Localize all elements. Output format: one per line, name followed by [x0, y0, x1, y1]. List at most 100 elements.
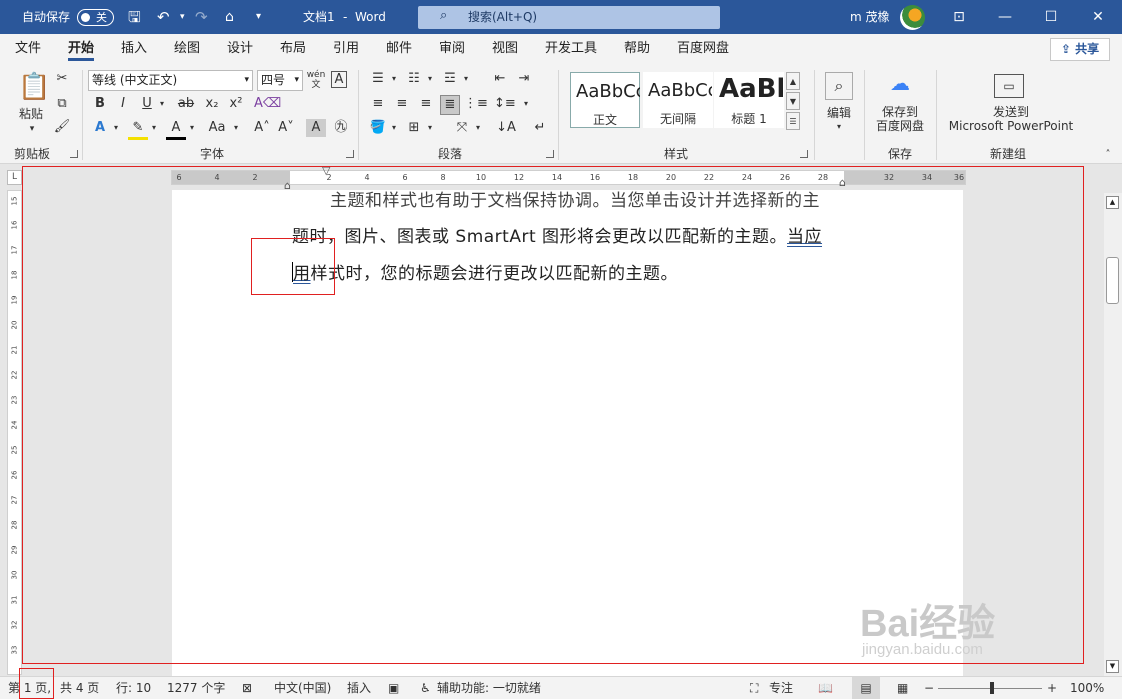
insert-mode[interactable]: 插入 — [347, 677, 371, 699]
sort-icon[interactable]: ↓A — [496, 119, 516, 137]
focus-icon[interactable]: ⛶ — [750, 677, 758, 699]
send-to-powerpoint-icon[interactable]: ▭ — [994, 74, 1024, 98]
accessibility-icon[interactable]: ♿ — [420, 677, 431, 699]
read-mode-icon[interactable]: 📖 — [818, 677, 833, 699]
save-icon[interactable]: 🖫 — [128, 0, 141, 34]
tab-developer[interactable]: 开发工具 — [545, 34, 597, 64]
shading-dropdown-icon[interactable]: ▾ — [384, 119, 404, 137]
zoom-out-icon[interactable]: − — [924, 677, 934, 699]
tab-view[interactable]: 视图 — [492, 34, 518, 64]
user-name[interactable]: m 茂橡 — [850, 0, 890, 34]
print-layout-icon[interactable]: ▤ — [852, 677, 880, 699]
tab-insert[interactable]: 插入 — [121, 34, 147, 64]
styles-launcher-icon[interactable] — [800, 150, 808, 158]
bullets-dropdown-icon[interactable]: ▾ — [384, 70, 404, 88]
borders-dropdown-icon[interactable]: ▾ — [420, 119, 440, 137]
scroll-up-icon[interactable]: ▲ — [1106, 196, 1119, 209]
minimize-icon[interactable]: — — [982, 0, 1028, 34]
phonetic-guide-icon[interactable]: wén 文 — [306, 70, 326, 90]
line-spacing-dropdown-icon[interactable]: ▾ — [516, 95, 536, 113]
font-name-dropdown[interactable]: 等线 (中文正文) ▾ — [88, 70, 253, 91]
format-painter-icon[interactable]: 🖌 — [52, 118, 72, 136]
vertical-scrollbar[interactable]: ▲ ▼ — [1104, 193, 1122, 676]
tab-file[interactable]: 文件 — [15, 34, 41, 64]
copy-icon[interactable]: ⧉ — [52, 95, 72, 113]
grow-font-icon[interactable]: A˄ — [252, 119, 272, 137]
redo-icon[interactable]: ↷ — [195, 0, 208, 34]
paragraph-launcher-icon[interactable] — [546, 150, 554, 158]
zoom-level[interactable]: 100% — [1070, 677, 1104, 699]
align-right-icon[interactable]: ≡ — [416, 95, 436, 113]
underline-dropdown-icon[interactable]: ▾ — [152, 95, 172, 113]
tab-references[interactable]: 引用 — [333, 34, 359, 64]
tab-layout[interactable]: 布局 — [280, 34, 306, 64]
close-icon[interactable]: ✕ — [1075, 0, 1121, 34]
paste-dropdown-icon[interactable]: ▾ — [22, 120, 42, 138]
highlight-dropdown-icon[interactable]: ▾ — [144, 119, 164, 137]
distributed-icon[interactable]: ⋮≡ — [464, 95, 488, 113]
send-to-powerpoint-label[interactable]: 发送到 Microsoft PowerPoint — [944, 105, 1078, 133]
style-no-spacing[interactable]: AaBbCcI 无间隔 — [643, 72, 713, 128]
undo-dropdown-icon[interactable]: ▾ — [180, 0, 185, 34]
accessibility-status[interactable]: 辅助功能: 一切就绪 — [437, 677, 541, 699]
paste-icon[interactable]: 📋 — [18, 72, 50, 102]
styles-more-icon[interactable]: ☰ — [786, 112, 800, 130]
page-indicator[interactable]: 第 1 页, — [8, 677, 51, 699]
undo-icon[interactable]: ↶ — [157, 0, 170, 34]
char-shading-icon[interactable]: A — [306, 119, 326, 137]
font-color-dropdown-icon[interactable]: ▾ — [182, 119, 202, 137]
subscript-icon[interactable]: x₂ — [202, 95, 222, 113]
share-button[interactable]: ⇪ 共享 — [1050, 38, 1110, 61]
ribbon-display-icon[interactable]: ⊡ — [936, 0, 982, 34]
align-center-icon[interactable]: ≡ — [392, 95, 412, 113]
editing-dropdown-icon[interactable]: ▾ — [829, 118, 849, 136]
tab-mailings[interactable]: 邮件 — [386, 34, 412, 64]
char-border-icon[interactable]: A — [331, 71, 347, 88]
right-indent-marker-icon[interactable]: ⌂ — [839, 176, 846, 189]
tab-draw[interactable]: 绘图 — [174, 34, 200, 64]
show-marks-icon[interactable]: ↵ — [530, 119, 550, 137]
focus-label[interactable]: 专注 — [769, 677, 793, 699]
decrease-indent-icon[interactable]: ⇤ — [490, 70, 510, 88]
autosave-toggle[interactable]: 关 — [77, 9, 114, 26]
tab-home[interactable]: 开始 — [68, 34, 95, 64]
maximize-icon[interactable]: ☐ — [1028, 0, 1074, 34]
collapse-ribbon-icon[interactable]: ˄ — [1098, 146, 1118, 164]
document-page[interactable]: 主题和样式也有助于文档保持协调。当您单击设计并选择新的主 题时，图片、图表或 S… — [172, 190, 963, 676]
page-count[interactable]: 共 4 页 — [60, 677, 99, 699]
multilevel-dropdown-icon[interactable]: ▾ — [456, 70, 476, 88]
align-left-icon[interactable]: ≡ — [368, 95, 388, 113]
font-size-dropdown[interactable]: 四号 ▾ — [257, 70, 303, 91]
asian-layout-dropdown-icon[interactable]: ▾ — [468, 119, 488, 137]
text-effects-dropdown-icon[interactable]: ▾ — [106, 119, 126, 137]
superscript-icon[interactable]: x² — [226, 95, 246, 113]
italic-icon[interactable]: I — [113, 95, 133, 113]
find-icon[interactable]: ⌕ — [825, 72, 853, 100]
word-count[interactable]: 1277 个字 — [167, 677, 225, 699]
language[interactable]: 中文(中国) — [274, 677, 331, 699]
line-spacing-icon[interactable]: ↕≡ — [494, 95, 516, 113]
scroll-down-icon[interactable]: ▼ — [1106, 660, 1119, 673]
justify-icon[interactable]: ≣ — [440, 95, 460, 115]
tab-review[interactable]: 审阅 — [439, 34, 465, 64]
baidu-netdisk-icon[interactable]: ☁ — [886, 73, 914, 93]
first-line-indent-marker-icon[interactable]: ▽ — [322, 164, 330, 177]
scroll-thumb[interactable] — [1106, 257, 1119, 304]
strikethrough-icon[interactable]: ab — [176, 95, 196, 113]
touch-mode-icon[interactable]: ⌂ — [225, 0, 234, 34]
cut-icon[interactable]: ✂ — [52, 70, 72, 88]
tab-help[interactable]: 帮助 — [624, 34, 650, 64]
vertical-ruler[interactable]: 15 16 17 18 19 20 21 22 23 24 25 26 27 2… — [7, 190, 22, 675]
search-box[interactable]: ⌕ 搜索(Alt+Q) — [418, 6, 720, 29]
enclose-char-icon[interactable]: ㊈ — [331, 119, 351, 137]
clipboard-launcher-icon[interactable] — [70, 150, 78, 158]
clear-format-icon[interactable]: A⌫ — [254, 95, 281, 113]
tab-design[interactable]: 设计 — [227, 34, 253, 64]
increase-indent-icon[interactable]: ⇥ — [514, 70, 534, 88]
styles-scroll-down-icon[interactable]: ▼ — [786, 92, 800, 110]
styles-scroll-up-icon[interactable]: ▲ — [786, 72, 800, 90]
web-layout-icon[interactable]: ▦ — [897, 677, 908, 699]
avatar[interactable] — [900, 5, 925, 30]
line-number[interactable]: 行: 10 — [116, 677, 151, 699]
tab-selector-icon[interactable]: L — [7, 170, 22, 185]
